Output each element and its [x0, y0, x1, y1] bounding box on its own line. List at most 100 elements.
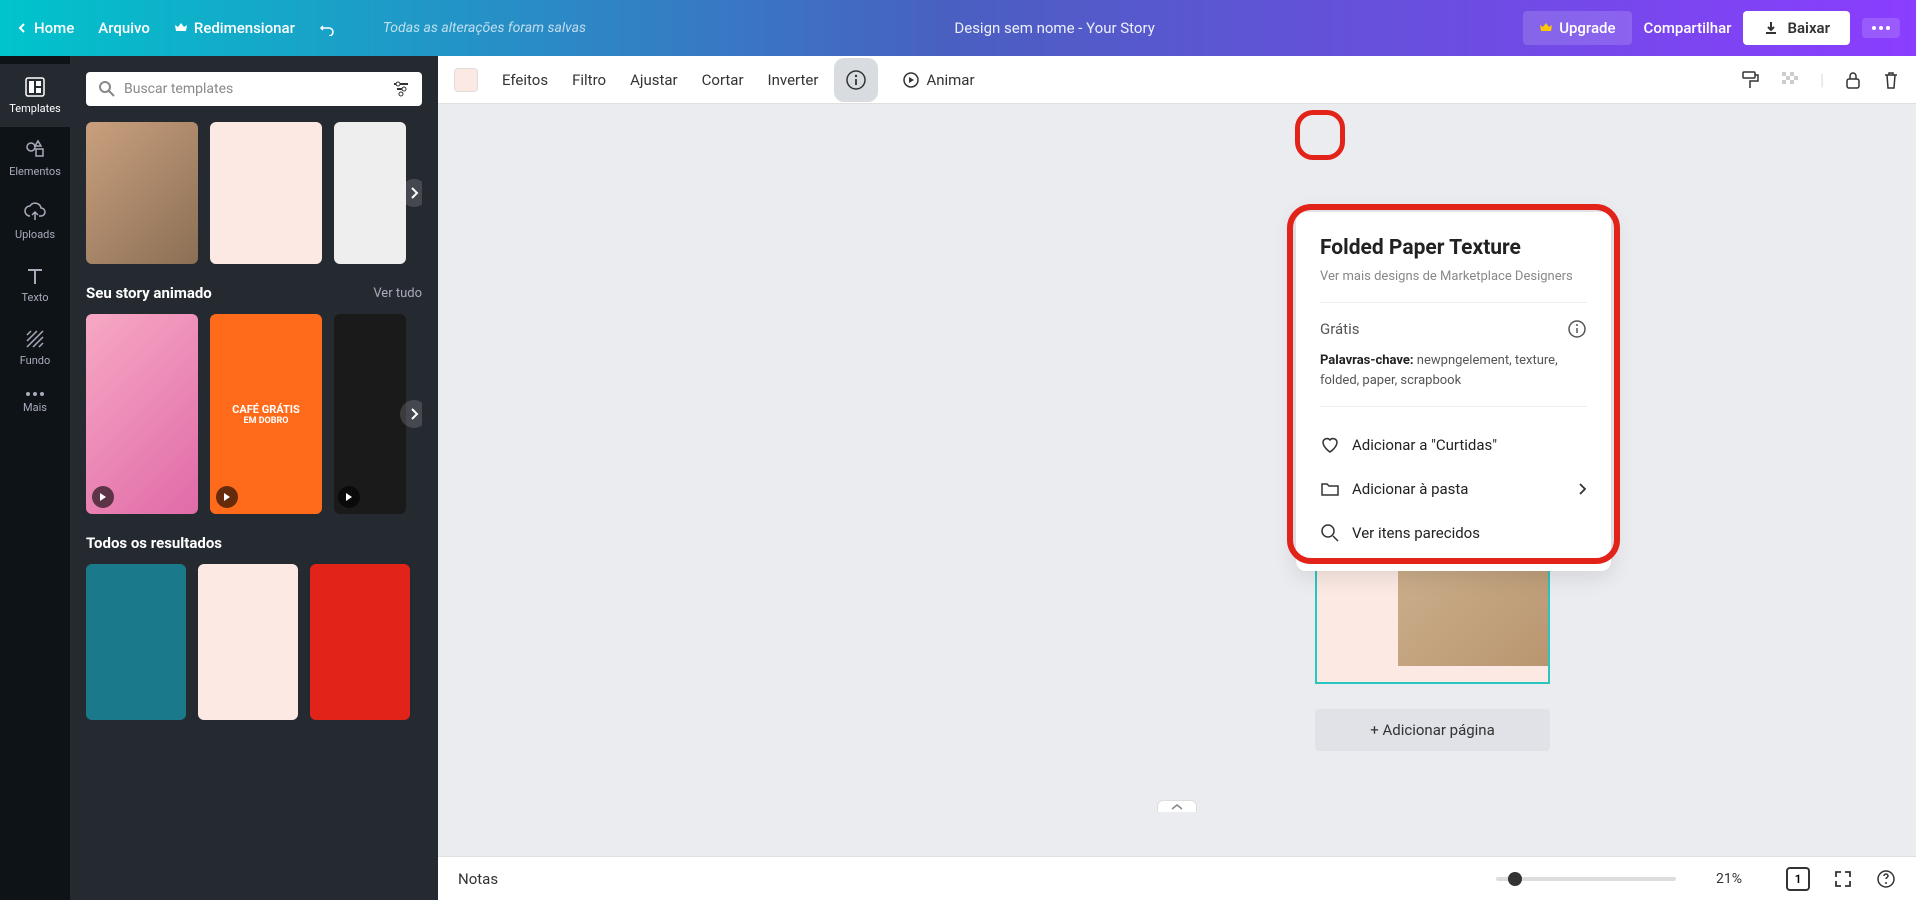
nav-templates[interactable]: Templates — [0, 64, 70, 127]
resize-button[interactable]: Redimensionar — [174, 19, 295, 37]
add-to-folder[interactable]: Adicionar à pasta — [1320, 467, 1587, 511]
zoom-slider[interactable] — [1496, 877, 1676, 881]
search-input[interactable] — [124, 81, 384, 97]
adjust-button[interactable]: Ajustar — [630, 71, 678, 89]
nav-more[interactable]: Mais — [0, 379, 70, 426]
search-box[interactable] — [86, 72, 422, 106]
divider — [1320, 406, 1587, 407]
nav-more-label: Mais — [23, 401, 47, 414]
template-card[interactable] — [310, 564, 410, 720]
nav-rail: Templates Elementos Uploads Texto Fundo … — [0, 56, 70, 900]
carousel-next[interactable] — [400, 179, 422, 207]
fullscreen-icon — [1834, 870, 1852, 888]
template-row — [86, 122, 422, 264]
color-swatch[interactable] — [454, 68, 478, 92]
home-label: Home — [34, 19, 74, 37]
add-page-button[interactable]: + Adicionar página — [1315, 709, 1550, 751]
info-icon[interactable] — [1567, 319, 1587, 339]
see-all-link[interactable]: Ver tudo — [373, 286, 422, 301]
nav-text[interactable]: Texto — [0, 253, 70, 316]
play-icon — [216, 486, 238, 508]
canvas-viewport[interactable]: I love most. + Adicionar página Folded P… — [438, 104, 1916, 856]
template-card[interactable] — [86, 314, 198, 514]
crop-button[interactable]: Cortar — [702, 71, 744, 89]
template-card[interactable] — [334, 122, 406, 264]
canvas-area: Efeitos Filtro Ajustar Cortar Inverter A… — [438, 56, 1916, 900]
context-toolbar: Efeitos Filtro Ajustar Cortar Inverter A… — [438, 56, 1916, 104]
save-status: Todas as alterações foram salvas — [383, 20, 586, 36]
undo-button[interactable] — [319, 20, 335, 36]
action-label: Adicionar à pasta — [1352, 480, 1468, 498]
popover-subtitle[interactable]: Ver mais designs de Marketplace Designer… — [1320, 268, 1587, 286]
chevron-right-icon — [409, 186, 419, 200]
nav-elements[interactable]: Elementos — [0, 127, 70, 190]
download-button[interactable]: Baixar — [1743, 11, 1850, 45]
see-similar[interactable]: Ver itens parecidos — [1320, 511, 1587, 555]
help-button[interactable] — [1876, 869, 1896, 889]
info-button[interactable] — [834, 58, 878, 102]
chevron-right-icon — [409, 407, 419, 421]
bottom-bar: Notas 21% 1 — [438, 856, 1916, 900]
template-card[interactable] — [334, 314, 406, 514]
folder-icon — [1320, 479, 1340, 499]
nav-background[interactable]: Fundo — [0, 316, 70, 379]
divider — [1320, 302, 1587, 303]
notes-button[interactable]: Notas — [458, 870, 498, 888]
download-label: Baixar — [1787, 19, 1830, 37]
share-button[interactable]: Compartilhar — [1644, 19, 1732, 37]
template-card[interactable] — [210, 122, 322, 264]
templates-icon — [24, 76, 46, 98]
add-to-likes[interactable]: Adicionar a "Curtidas" — [1320, 423, 1587, 467]
flip-button[interactable]: Inverter — [768, 71, 819, 89]
lock-button[interactable] — [1844, 70, 1862, 90]
chevron-left-icon — [16, 22, 28, 34]
app-header: Home Arquivo Redimensionar Todas as alte… — [0, 0, 1916, 56]
price-row: Grátis — [1320, 319, 1587, 339]
popover-title: Folded Paper Texture — [1320, 236, 1587, 260]
page-count[interactable]: 1 — [1786, 867, 1810, 891]
chevron-up-icon — [1171, 804, 1183, 810]
templates-scroll[interactable]: Seu story animado Ver tudo CAFÉ GRÁTISEM… — [86, 122, 422, 882]
transparency-button[interactable] — [1780, 70, 1800, 90]
zoom-level: 21% — [1716, 871, 1742, 887]
more-icon — [24, 391, 46, 397]
page-tray-handle[interactable] — [1157, 800, 1197, 812]
section-header-animated: Seu story animado Ver tudo — [86, 284, 422, 302]
more-menu-button[interactable] — [1862, 18, 1900, 38]
template-card[interactable] — [86, 564, 186, 720]
elements-icon — [24, 139, 46, 161]
upgrade-label: Upgrade — [1559, 19, 1615, 37]
file-menu[interactable]: Arquivo — [98, 19, 150, 37]
template-card[interactable]: CAFÉ GRÁTISEM DOBRO — [210, 314, 322, 514]
search-icon — [1320, 523, 1340, 543]
filter-button[interactable]: Filtro — [572, 71, 606, 89]
resize-label: Redimensionar — [194, 19, 295, 37]
header-right-group: Upgrade Compartilhar Baixar — [1523, 11, 1900, 45]
animate-button[interactable]: Animar — [902, 71, 974, 89]
background-icon — [24, 328, 46, 350]
zoom-thumb[interactable] — [1508, 872, 1522, 886]
style-copy-button[interactable] — [1740, 70, 1760, 90]
fullscreen-button[interactable] — [1834, 870, 1852, 888]
filter-icon[interactable] — [392, 80, 410, 98]
transparency-icon — [1780, 70, 1800, 90]
effects-button[interactable]: Efeitos — [502, 71, 548, 89]
carousel-next[interactable] — [400, 400, 422, 428]
toolbar-right: | — [1740, 70, 1900, 90]
template-card[interactable] — [198, 564, 298, 720]
animate-label: Animar — [926, 71, 974, 89]
nav-uploads[interactable]: Uploads — [0, 190, 70, 253]
delete-button[interactable] — [1882, 70, 1900, 90]
play-icon — [338, 486, 360, 508]
chevron-right-icon — [1577, 482, 1587, 496]
nav-text-label: Texto — [21, 291, 48, 304]
upgrade-button[interactable]: Upgrade — [1523, 11, 1631, 45]
section-title: Seu story animado — [86, 284, 212, 302]
document-title[interactable]: Design sem nome - Your Story — [594, 19, 1515, 37]
home-button[interactable]: Home — [16, 19, 74, 37]
dots-icon — [1872, 26, 1890, 30]
nav-uploads-label: Uploads — [15, 228, 55, 241]
price-label: Grátis — [1320, 320, 1359, 338]
template-card[interactable] — [86, 122, 198, 264]
help-icon — [1876, 869, 1896, 889]
